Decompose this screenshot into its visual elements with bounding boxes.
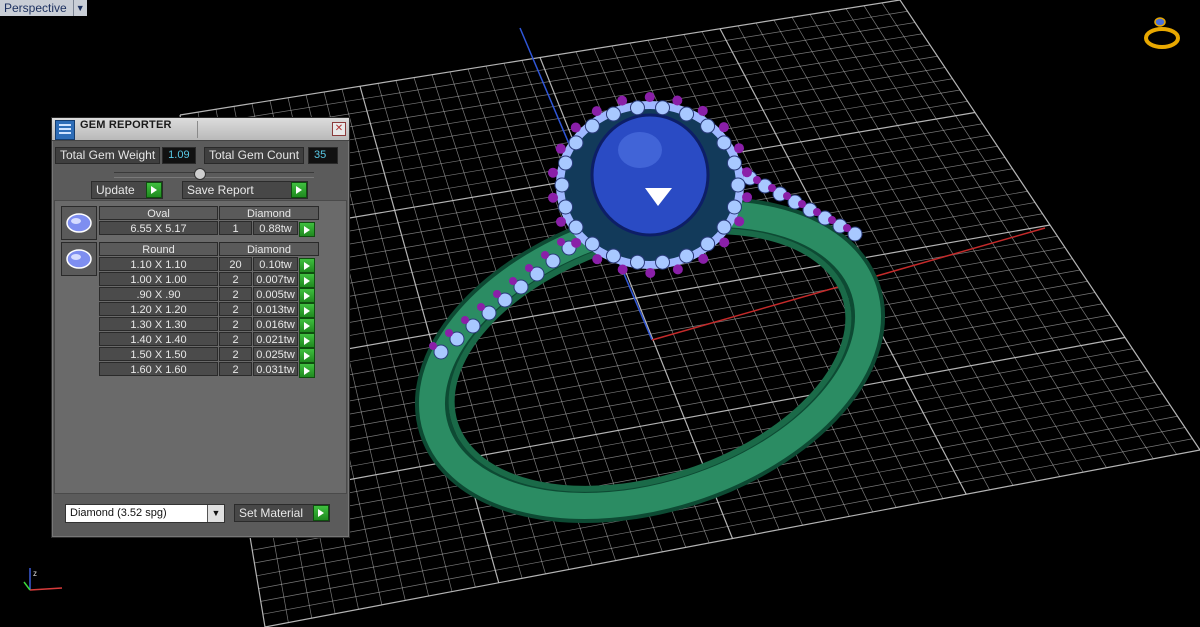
viewport-name: Perspective <box>0 0 74 16</box>
gem-weight: 0.007tw <box>253 272 298 286</box>
gem-weight: 0.031tw <box>253 362 298 376</box>
gem-count: 2 <box>219 332 252 346</box>
gem-row[interactable]: 1.20 X 1.20 2 0.013tw <box>99 302 320 318</box>
gem-size: 1.50 X 1.50 <box>99 347 218 361</box>
gem-count: 2 <box>219 287 252 301</box>
gem-count: 2 <box>219 302 252 316</box>
viewport-label[interactable]: Perspective ▼ <box>0 0 87 16</box>
gem-size: 6.55 X 5.17 <box>99 221 218 235</box>
gem-weight: 0.025tw <box>253 347 298 361</box>
total-gem-weight: Total Gem Weight 1.09 <box>55 146 196 164</box>
select-gem-button[interactable] <box>299 303 315 318</box>
gem-group-header: Round Diamond <box>99 242 320 257</box>
gem-row[interactable]: 1.10 X 1.10 20 0.10tw <box>99 257 320 273</box>
play-icon[interactable] <box>146 182 162 198</box>
panel-titlebar[interactable]: GEM REPORTER ✕ <box>52 118 349 141</box>
total-count-label: Total Gem Count <box>204 146 305 164</box>
gem-size: 1.60 X 1.60 <box>99 362 218 376</box>
gem-material-label: Diamond <box>219 206 319 220</box>
gem-row[interactable]: .90 X .90 2 0.005tw <box>99 287 320 303</box>
gem-weight: 0.021tw <box>253 332 298 346</box>
gem-weight: 0.005tw <box>253 287 298 301</box>
total-weight-value: 1.09 <box>162 146 196 164</box>
material-select[interactable]: Diamond (3.52 spg) ▼ <box>65 504 225 523</box>
panel-title: GEM REPORTER <box>80 119 172 131</box>
gem-weight: 0.10tw <box>253 257 298 271</box>
gem-size: 1.10 X 1.10 <box>99 257 218 271</box>
gem-group: Oval Diamond 6.55 X 5.17 1 0.88tw <box>99 206 320 237</box>
set-material-label: Set Material <box>239 506 304 520</box>
gem-size: 1.00 X 1.00 <box>99 272 218 286</box>
set-material-button[interactable]: Set Material <box>234 504 330 522</box>
chevron-down-icon[interactable]: ▼ <box>207 505 224 522</box>
gem-list[interactable]: Oval Diamond 6.55 X 5.17 1 0.88tw Round Diamon… <box>54 200 347 494</box>
gem-weight: 0.013tw <box>253 302 298 316</box>
gem-count: 2 <box>219 317 252 331</box>
material-select-value: Diamond (3.52 spg) <box>70 507 167 519</box>
gem-size: 1.30 X 1.30 <box>99 317 218 331</box>
save-report-label: Save Report <box>187 183 254 197</box>
save-report-button[interactable]: Save Report <box>182 181 308 199</box>
gem-size: 1.20 X 1.20 <box>99 302 218 316</box>
gem-shape-label: Oval <box>99 206 218 220</box>
gem-count: 2 <box>219 272 252 286</box>
total-weight-label: Total Gem Weight <box>55 146 161 164</box>
gem-shape-thumbnail <box>61 242 97 276</box>
xyz-axis-icon: z <box>23 568 63 591</box>
select-gem-button[interactable] <box>299 348 315 363</box>
gem-row[interactable]: 1.60 X 1.60 2 0.031tw <box>99 362 320 378</box>
gem-size: 1.40 X 1.40 <box>99 332 218 346</box>
update-label: Update <box>96 183 135 197</box>
gem-size: .90 X .90 <box>99 287 218 301</box>
select-gem-button[interactable] <box>299 222 315 237</box>
gem-count: 20 <box>219 257 252 271</box>
svg-text:z: z <box>33 569 37 578</box>
chevron-down-icon[interactable]: ▼ <box>73 0 87 16</box>
total-count-value: 35 <box>308 146 339 164</box>
gem-row[interactable]: 1.30 X 1.30 2 0.016tw <box>99 317 320 333</box>
select-gem-button[interactable] <box>299 363 315 378</box>
close-icon[interactable]: ✕ <box>332 122 346 136</box>
select-gem-button[interactable] <box>299 333 315 348</box>
gem-row[interactable]: 6.55 X 5.17 1 0.88tw <box>99 221 320 237</box>
gem-weight: 0.88tw <box>253 221 298 235</box>
gem-reporter-icon <box>55 120 75 140</box>
select-gem-button[interactable] <box>299 288 315 303</box>
gem-row[interactable]: 1.40 X 1.40 2 0.021tw <box>99 332 320 348</box>
gem-shape-label: Round <box>99 242 218 256</box>
slider-knob[interactable] <box>194 168 206 180</box>
titlebar-divider <box>197 121 198 138</box>
gem-row[interactable]: 1.50 X 1.50 2 0.025tw <box>99 347 320 363</box>
select-gem-button[interactable] <box>299 273 315 288</box>
gem-reporter-panel[interactable]: GEM REPORTER ✕ Total Gem Weight 1.09 Tot… <box>51 117 350 538</box>
ring-view-icon[interactable] <box>1140 14 1184 54</box>
gem-group: Round Diamond 1.10 X 1.10 20 0.10tw 1.00 X 1.… <box>99 242 320 378</box>
update-button[interactable]: Update <box>91 181 163 199</box>
size-slider[interactable] <box>114 168 314 180</box>
play-icon[interactable] <box>291 182 307 198</box>
gem-shape-thumbnail <box>61 206 97 240</box>
gem-weight: 0.016tw <box>253 317 298 331</box>
gem-group-header: Oval Diamond <box>99 206 320 221</box>
select-gem-button[interactable] <box>299 258 315 273</box>
gem-count: 1 <box>219 221 252 235</box>
total-gem-count: Total Gem Count 35 <box>204 146 339 164</box>
select-gem-button[interactable] <box>299 318 315 333</box>
center-stone[interactable] <box>590 113 710 237</box>
gem-row[interactable]: 1.00 X 1.00 2 0.007tw <box>99 272 320 288</box>
gem-count: 2 <box>219 362 252 376</box>
gem-material-label: Diamond <box>219 242 319 256</box>
play-icon[interactable] <box>313 505 329 521</box>
gem-count: 2 <box>219 347 252 361</box>
